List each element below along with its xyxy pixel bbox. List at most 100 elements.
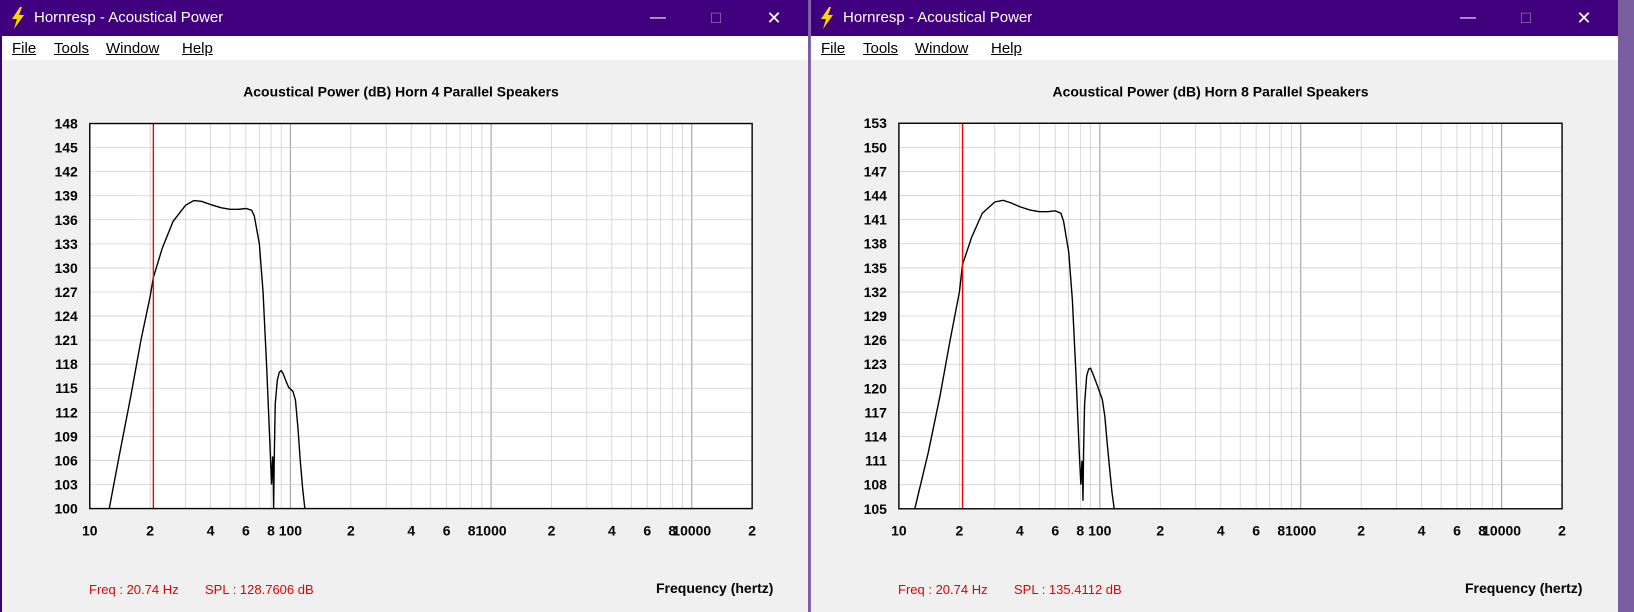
y-tick-label: 138 [864, 236, 888, 252]
y-tick-label: 139 [55, 188, 79, 204]
lightning-bolt-icon [821, 7, 833, 29]
x-tick-label: 2 [748, 523, 756, 539]
x-axis-label: Frequency (hertz) [1465, 580, 1583, 596]
y-tick-label: 111 [865, 453, 887, 469]
y-tick-label: 108 [864, 477, 888, 493]
spl-readout: SPL : 135.4112 dB [1014, 582, 1122, 597]
y-tick-label: 148 [55, 116, 79, 132]
x-tick-label: 4 [1016, 523, 1024, 539]
y-tick-label: 126 [864, 332, 888, 348]
x-tick-label: 2 [1558, 523, 1566, 539]
x-tick-label: 10000 [672, 523, 711, 539]
y-tick-label: 115 [55, 380, 78, 396]
y-tick-label: 150 [864, 139, 888, 155]
window-title: Hornresp - Acoustical Power [34, 9, 224, 26]
y-tick-label: 142 [55, 164, 79, 180]
y-tick-label: 129 [864, 308, 888, 324]
x-tick-label: 2 [955, 523, 963, 539]
y-tick-label: 147 [864, 163, 888, 179]
x-tick-label: 100 [1088, 523, 1112, 539]
x-tick-label: 6 [242, 523, 250, 539]
maximize-icon[interactable]: ☐ [1516, 8, 1536, 28]
x-tick-label: 6 [1051, 523, 1059, 539]
y-tick-label: 100 [55, 501, 79, 517]
menu-help[interactable]: Help [182, 40, 213, 57]
y-tick-label: 124 [55, 308, 79, 324]
x-tick-label: 4 [207, 523, 215, 539]
y-tick-label: 133 [55, 236, 79, 252]
freq-readout: Freq : 20.74 Hz [898, 582, 988, 597]
chart-title: Acoustical Power (dB) Horn 8 Parallel Sp… [1053, 83, 1369, 99]
acoustical-power-chart[interactable]: Acoustical Power (dB) Horn 8 Parallel Sp… [811, 60, 1618, 612]
y-tick-label: 112 [55, 404, 78, 420]
x-tick-label: 2 [1156, 523, 1164, 539]
x-tick-label: 10 [82, 523, 98, 539]
y-tick-label: 123 [864, 356, 888, 372]
freq-readout: Freq : 20.74 Hz [89, 582, 179, 597]
x-tick-label: 8 [468, 523, 476, 539]
x-tick-label: 6 [1453, 523, 1461, 539]
x-tick-label: 6 [643, 523, 651, 539]
x-tick-label: 10 [891, 523, 907, 539]
y-tick-label: 121 [55, 332, 79, 348]
y-tick-label: 127 [55, 284, 79, 300]
title-bar[interactable]: Hornresp - Acoustical Power — ☐ ✕ [2, 0, 808, 36]
x-tick-label: 8 [267, 523, 275, 539]
menu-tools[interactable]: Tools [863, 40, 898, 57]
x-tick-label: 2 [347, 523, 355, 539]
x-tick-label: 2 [1357, 523, 1365, 539]
y-tick-label: 120 [864, 380, 888, 396]
x-tick-label: 10000 [1482, 523, 1521, 539]
acoustical-power-chart[interactable]: Acoustical Power (dB) Horn 4 Parallel Sp… [2, 60, 808, 612]
menu-window[interactable]: Window [106, 40, 159, 57]
spl-readout: SPL : 128.7606 dB [205, 582, 314, 597]
x-tick-label: 4 [608, 523, 616, 539]
x-tick-label: 6 [443, 523, 451, 539]
maximize-icon[interactable]: ☐ [706, 8, 726, 28]
minimize-icon[interactable]: — [1458, 8, 1478, 28]
minimize-icon[interactable]: — [648, 8, 668, 28]
x-tick-label: 2 [146, 523, 154, 539]
y-tick-label: 118 [55, 356, 78, 372]
y-tick-label: 153 [864, 115, 888, 131]
y-tick-label: 144 [864, 188, 888, 204]
x-tick-label: 100 [279, 523, 303, 539]
y-tick-label: 109 [55, 428, 79, 444]
x-axis-label: Frequency (hertz) [656, 580, 774, 596]
menu-help[interactable]: Help [991, 40, 1022, 57]
menu-bar: File Tools Window Help [2, 36, 808, 60]
lightning-bolt-icon [12, 7, 24, 29]
close-icon[interactable]: ✕ [764, 8, 784, 28]
window-left[interactable]: Hornresp - Acoustical Power — ☐ ✕ File T… [0, 0, 808, 612]
menu-window[interactable]: Window [915, 40, 968, 57]
menu-bar: File Tools Window Help [811, 36, 1618, 60]
close-icon[interactable]: ✕ [1574, 8, 1594, 28]
x-tick-label: 4 [407, 523, 415, 539]
y-tick-label: 103 [55, 476, 79, 492]
y-tick-label: 132 [864, 284, 888, 300]
x-tick-label: 8 [1076, 523, 1084, 539]
window-right[interactable]: Hornresp - Acoustical Power — ☐ ✕ File T… [810, 0, 1618, 612]
y-tick-label: 106 [55, 452, 79, 468]
x-tick-label: 6 [1252, 523, 1260, 539]
x-tick-label: 4 [1217, 523, 1225, 539]
menu-file[interactable]: File [821, 40, 845, 57]
x-tick-label: 4 [1418, 523, 1426, 539]
y-tick-label: 145 [55, 140, 79, 156]
x-tick-label: 1000 [476, 523, 507, 539]
y-tick-label: 105 [864, 501, 888, 517]
menu-tools[interactable]: Tools [54, 40, 89, 57]
x-tick-label: 2 [548, 523, 556, 539]
x-tick-label: 1000 [1285, 523, 1316, 539]
y-tick-label: 135 [864, 260, 888, 276]
window-title: Hornresp - Acoustical Power [843, 9, 1033, 26]
title-bar[interactable]: Hornresp - Acoustical Power — ☐ ✕ [811, 0, 1618, 36]
x-tick-label: 8 [1277, 523, 1285, 539]
y-tick-label: 130 [55, 260, 79, 276]
chart-title: Acoustical Power (dB) Horn 4 Parallel Sp… [243, 84, 559, 100]
y-tick-label: 141 [864, 212, 888, 228]
y-tick-label: 114 [864, 428, 887, 444]
y-tick-label: 117 [864, 404, 887, 420]
menu-file[interactable]: File [12, 40, 36, 57]
y-tick-label: 136 [55, 212, 79, 228]
